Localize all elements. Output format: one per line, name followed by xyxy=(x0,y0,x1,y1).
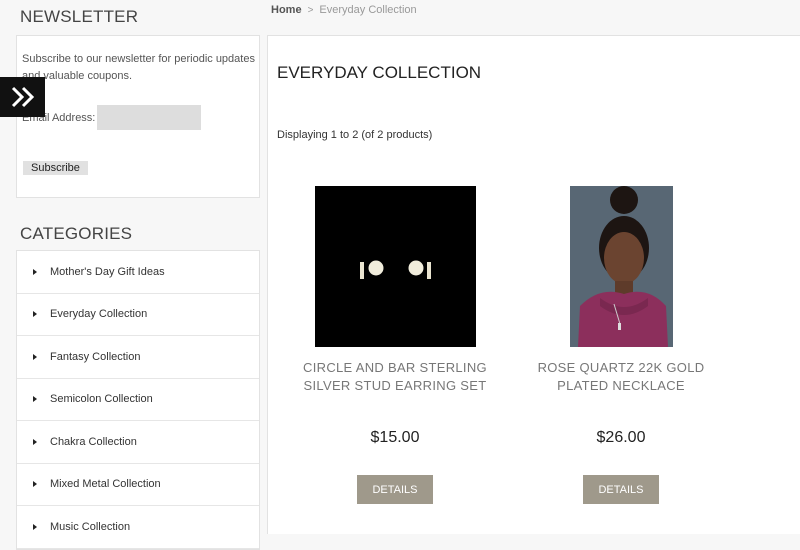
newsletter-box: Subscribe to our newsletter for periodic… xyxy=(16,35,260,198)
caret-right-icon xyxy=(33,268,37,275)
product-image-earrings[interactable] xyxy=(314,186,476,347)
double-chevron-right-icon xyxy=(11,86,34,108)
email-field[interactable] xyxy=(97,105,201,130)
breadcrumb-current: Everyday Collection xyxy=(319,4,417,16)
category-item-mothers-day[interactable]: Mother's Day Gift Ideas xyxy=(17,251,259,294)
product-card: ROSE QUARTZ 22K GOLD PLATED NECKLACE $26… xyxy=(511,186,731,504)
breadcrumb-home-link[interactable]: Home xyxy=(271,4,302,16)
page-title: EVERYDAY COLLECTION xyxy=(277,63,482,82)
product-image-necklace[interactable] xyxy=(569,186,673,347)
product-card: CIRCLE AND BAR STERLING SILVER STUD EARR… xyxy=(285,186,505,504)
product-name-line: PLATED NECKLACE xyxy=(557,378,685,393)
category-label: Mixed Metal Collection xyxy=(50,478,161,491)
product-name-link[interactable]: CIRCLE AND BAR STERLING SILVER STUD EARR… xyxy=(285,359,505,395)
category-label: Semicolon Collection xyxy=(50,393,153,406)
main-content: EVERYDAY COLLECTION Displaying 1 to 2 (o… xyxy=(267,35,800,534)
category-list: Mother's Day Gift Ideas Everyday Collect… xyxy=(16,250,260,550)
sidebar-toggle-button[interactable] xyxy=(0,77,45,117)
product-name-line: CIRCLE AND BAR STERLING xyxy=(303,360,487,375)
category-item-music[interactable]: Music Collection xyxy=(17,506,259,549)
caret-right-icon xyxy=(33,481,37,488)
earrings-image xyxy=(359,260,431,279)
caret-right-icon xyxy=(33,311,37,318)
caret-right-icon xyxy=(33,438,37,445)
product-price: $15.00 xyxy=(370,429,420,446)
newsletter-heading: NEWSLETTER xyxy=(20,7,139,26)
category-label: Fantasy Collection xyxy=(50,350,141,363)
category-item-mixed-metal[interactable]: Mixed Metal Collection xyxy=(17,464,259,506)
newsletter-description: Subscribe to our newsletter for periodic… xyxy=(22,53,255,82)
category-item-semicolon[interactable]: Semicolon Collection xyxy=(17,379,259,421)
category-label: Mother's Day Gift Ideas xyxy=(50,265,165,278)
product-count: Displaying 1 to 2 (of 2 products) xyxy=(277,129,433,141)
details-button[interactable]: DETAILS xyxy=(583,475,659,504)
caret-right-icon xyxy=(33,353,37,360)
product-name-line: SILVER STUD EARRING SET xyxy=(303,378,487,393)
product-name-link[interactable]: ROSE QUARTZ 22K GOLD PLATED NECKLACE xyxy=(511,359,731,395)
category-label: Chakra Collection xyxy=(50,435,137,448)
category-item-fantasy[interactable]: Fantasy Collection xyxy=(17,336,259,379)
category-item-chakra[interactable]: Chakra Collection xyxy=(17,421,259,464)
details-button[interactable]: DETAILS xyxy=(357,475,433,504)
caret-right-icon xyxy=(33,396,37,403)
breadcrumb: Home > Everyday Collection xyxy=(271,4,417,16)
subscribe-button[interactable]: Subscribe xyxy=(23,161,88,175)
category-item-everyday[interactable]: Everyday Collection xyxy=(17,294,259,336)
necklace-model-image xyxy=(569,186,673,347)
breadcrumb-separator: > xyxy=(307,4,314,16)
product-price: $26.00 xyxy=(596,429,646,446)
caret-right-icon xyxy=(33,523,37,530)
category-label: Music Collection xyxy=(50,520,131,533)
product-name-line: ROSE QUARTZ 22K GOLD xyxy=(537,360,705,375)
categories-heading: CATEGORIES xyxy=(20,224,133,243)
category-label: Everyday Collection xyxy=(50,308,148,321)
